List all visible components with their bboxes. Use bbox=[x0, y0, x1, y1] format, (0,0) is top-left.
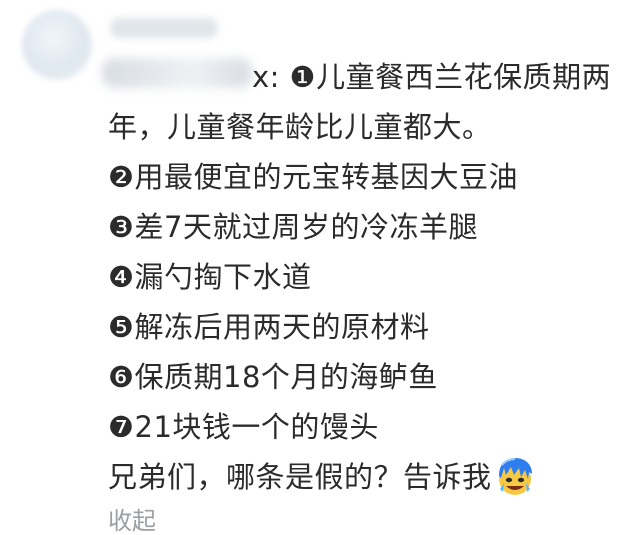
username-blurred[interactable] bbox=[110, 18, 218, 38]
comment-question: 兄弟们，哪条是假的？告诉我 bbox=[108, 460, 492, 494]
user-avatar[interactable] bbox=[22, 10, 92, 80]
comment-line: ❻保质期18个月的海鲈鱼 bbox=[108, 360, 438, 394]
collapse-button[interactable]: 收起 bbox=[108, 505, 156, 535]
comment-line: x: ❶儿童餐西兰花保质期两 bbox=[252, 60, 612, 94]
comment-line: 年，儿童餐年龄比儿童都大。 bbox=[108, 110, 492, 144]
comment-line: ❺解冻后用两天的原材料 bbox=[108, 310, 430, 344]
comment-body: x: ❶儿童餐西兰花保质期两 年，儿童餐年龄比儿童都大。 ❷用最便宜的元宝转基因… bbox=[108, 52, 628, 502]
comment-line: ❼21块钱一个的馒头 bbox=[108, 410, 379, 444]
comment-line: ❸差7天就过周岁的冷冻羊腿 bbox=[108, 210, 478, 244]
comment-question-row: 兄弟们，哪条是假的？告诉我 bbox=[108, 452, 628, 502]
crying-laughing-emoji-icon bbox=[494, 456, 536, 498]
comment-line: ❷用最便宜的元宝转基因大豆油 bbox=[108, 160, 518, 194]
comment-line: ❹漏勺掏下水道 bbox=[108, 260, 312, 294]
